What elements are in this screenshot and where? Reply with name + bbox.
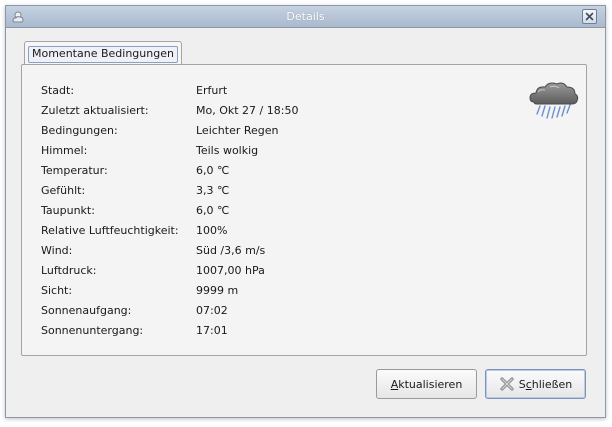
refresh-label-rest: ktualisieren [398, 377, 463, 391]
row-last-updated-label: Zuletzt aktualisiert: [41, 104, 149, 117]
close-x-icon [500, 377, 514, 391]
row-sunset-value: 17:01 [196, 324, 228, 337]
row-city-value: Erfurt [196, 84, 228, 97]
row-dew-point-label: Taupunkt: [41, 204, 95, 217]
row-temperature-value: 6,0 ℃ [196, 164, 230, 177]
title-bar[interactable]: Details [6, 6, 605, 28]
row-humidity-label: Relative Luftfeuchtigkeit: [41, 224, 179, 237]
conditions-panel: Stadt: Erfurt Zuletzt aktualisiert: Mo, … [21, 64, 587, 356]
row-visibility-value: 9999 m [196, 284, 239, 297]
close-label-rest: hließen [531, 377, 573, 391]
details-window: Details Momentane Bedingungen Stadt: Erf… [5, 5, 606, 418]
tab-current-conditions[interactable]: Momentane Bedingungen [24, 41, 182, 65]
row-pressure-label: Luftdruck: [41, 264, 97, 277]
row-pressure-value: 1007,00 hPa [196, 264, 265, 277]
row-visibility-label: Sicht: [41, 284, 73, 297]
close-icon [585, 12, 594, 21]
refresh-button[interactable]: Aktualisieren [376, 369, 477, 399]
row-sunset-label: Sonnenuntergang: [41, 324, 144, 337]
row-wind-value: Süd /3,6 m/s [196, 244, 266, 257]
row-sky-value: Teils wolkig [196, 144, 259, 157]
row-city-label: Stadt: [41, 84, 75, 97]
close-label-prefix: S [518, 377, 526, 391]
refresh-button-label: Aktualisieren [391, 378, 463, 391]
row-feels-like-value: 3,3 ℃ [196, 184, 230, 197]
row-feels-like-label: Gefühlt: [41, 184, 86, 197]
row-sky-label: Himmel: [41, 144, 88, 157]
row-conditions-value: Leichter Regen [196, 124, 279, 137]
close-button-label: Schließen [519, 378, 573, 391]
row-temperature-label: Temperatur: [41, 164, 108, 177]
window-close-button[interactable] [582, 9, 597, 24]
row-humidity-value: 100% [196, 224, 228, 237]
rain-cloud-icon [529, 82, 579, 119]
row-sunrise-value: 07:02 [196, 304, 228, 317]
tab-current-conditions-label: Momentane Bedingungen [28, 46, 178, 63]
window-title: Details [286, 10, 325, 23]
row-sunrise-label: Sonnenaufgang: [41, 304, 132, 317]
row-dew-point-value: 6,0 ℃ [196, 204, 230, 217]
row-last-updated-value: Mo, Okt 27 / 18:50 [196, 104, 299, 117]
close-button[interactable]: Schließen [485, 369, 586, 399]
row-wind-label: Wind: [41, 244, 73, 257]
row-conditions-label: Bedingungen: [41, 124, 118, 137]
